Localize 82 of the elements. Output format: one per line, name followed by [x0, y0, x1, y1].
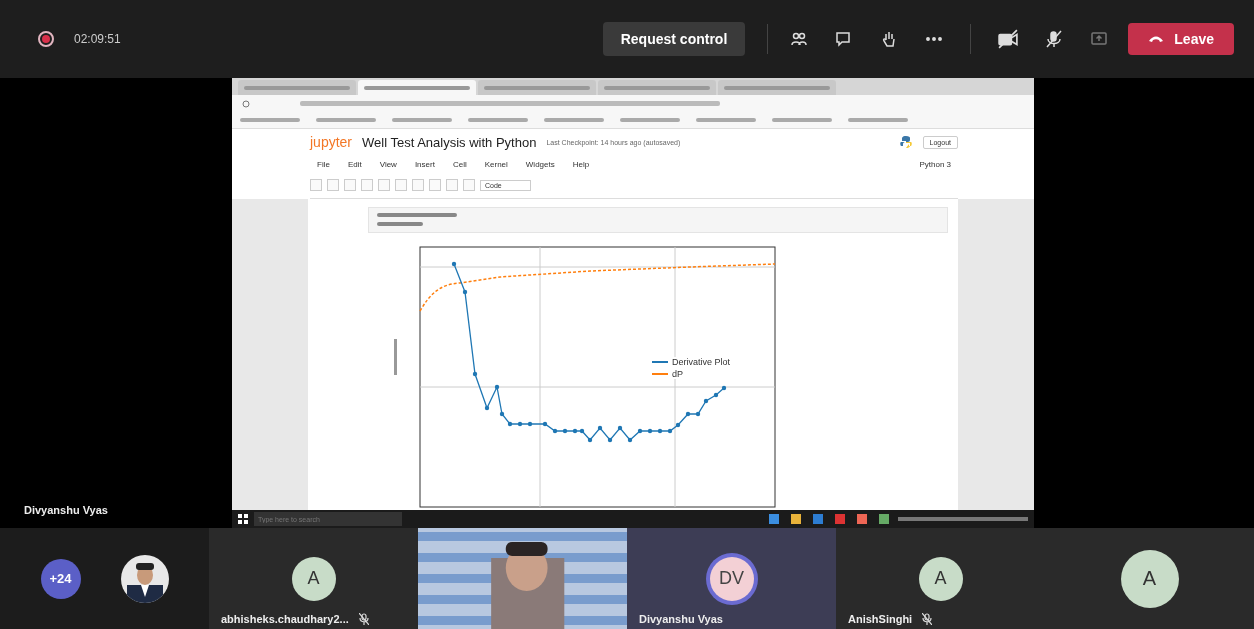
- address-bar[interactable]: [300, 101, 720, 106]
- data-point: [451, 261, 457, 267]
- data-point: [607, 437, 613, 443]
- toolbar-button[interactable]: [378, 179, 390, 191]
- data-point: [667, 428, 673, 434]
- menu-item[interactable]: Help: [565, 159, 597, 169]
- participant-name: AnishSinghi: [848, 613, 913, 625]
- data-point: [494, 384, 500, 390]
- toolbar-button[interactable]: [310, 179, 322, 191]
- data-point: [721, 385, 727, 391]
- data-point: [507, 421, 513, 427]
- taskbar-app-icon[interactable]: [879, 514, 889, 524]
- taskbar-app-icon[interactable]: [835, 514, 845, 524]
- python-logo-icon: [898, 135, 913, 149]
- data-point: [552, 428, 558, 434]
- participant-name: abhisheks.chaudhary2...: [221, 613, 349, 625]
- windows-start-icon[interactable]: [238, 514, 248, 524]
- data-point: [472, 371, 478, 377]
- people-icon[interactable]: [790, 30, 809, 48]
- avatar-initials: A: [918, 556, 963, 601]
- data-point: [484, 405, 490, 411]
- toolbar-button[interactable]: [412, 179, 424, 191]
- hang-up-icon: [1148, 35, 1165, 43]
- taskbar-app-icon[interactable]: [857, 514, 867, 524]
- data-point: [462, 289, 468, 295]
- code-cell[interactable]: [368, 207, 948, 233]
- menu-item[interactable]: View: [372, 159, 404, 169]
- taskbar-app-icon[interactable]: [769, 514, 779, 524]
- data-point: [713, 392, 719, 398]
- toolbar-button[interactable]: [344, 179, 356, 191]
- taskbar-app-icon[interactable]: [791, 514, 801, 524]
- toolbar-button[interactable]: [327, 179, 339, 191]
- avatar-initials: DV: [709, 556, 754, 601]
- participant-name: Divyanshu Vyas: [639, 613, 723, 625]
- refresh-icon[interactable]: [242, 99, 250, 108]
- mic-off-icon[interactable]: [1045, 30, 1064, 48]
- toolbar-button[interactable]: [361, 179, 373, 191]
- data-point: [499, 411, 505, 417]
- data-point: [627, 437, 633, 443]
- data-point: [617, 425, 623, 431]
- menu-item[interactable]: Widgets: [518, 159, 562, 169]
- data-point: [562, 428, 568, 434]
- leave-button[interactable]: Leave: [1128, 23, 1234, 55]
- meeting-timer: 02:09:51: [74, 32, 121, 46]
- toolbar-button[interactable]: [429, 179, 441, 191]
- data-point: [637, 428, 643, 434]
- menu-item[interactable]: Kernel: [477, 159, 515, 169]
- data-point: [527, 421, 533, 427]
- data-point: [695, 411, 701, 417]
- request-control-button[interactable]: Request control: [602, 22, 746, 56]
- data-point: [685, 411, 691, 417]
- browser-tab[interactable]: [718, 80, 836, 95]
- taskbar-app-icon[interactable]: [813, 514, 823, 524]
- data-point: [703, 398, 709, 404]
- avatar-initials: A: [1120, 549, 1179, 608]
- browser-tab[interactable]: [238, 80, 356, 95]
- menu-item[interactable]: Insert: [407, 159, 442, 169]
- avatar-initials: A: [291, 556, 336, 601]
- legend-label: Derivative Plot: [672, 357, 731, 367]
- data-point: [587, 437, 593, 443]
- toolbar-button[interactable]: [463, 179, 475, 191]
- data-point: [657, 428, 663, 434]
- toolbar-button[interactable]: [446, 179, 458, 191]
- data-point: [542, 421, 548, 427]
- data-point: [647, 428, 653, 434]
- data-point: [675, 422, 681, 428]
- menu-item[interactable]: File: [310, 159, 337, 169]
- menu-item[interactable]: Edit: [340, 159, 369, 169]
- browser-tab[interactable]: [358, 80, 476, 95]
- menu-item[interactable]: Cell: [445, 159, 474, 169]
- presenter-name: Divyanshu Vyas: [24, 504, 109, 516]
- data-point: [517, 421, 523, 427]
- browser-tab[interactable]: [598, 80, 716, 95]
- notebook-title[interactable]: Well Test Analysis with Python: [362, 134, 537, 150]
- data-point: [597, 425, 603, 431]
- browser-tab[interactable]: [478, 80, 596, 95]
- kernel-indicator: Python 3: [918, 159, 952, 169]
- share-icon[interactable]: [1090, 30, 1109, 48]
- overflow-count[interactable]: +24: [40, 558, 81, 599]
- camera-off-icon[interactable]: [998, 29, 1019, 49]
- legend-label: dP: [672, 369, 683, 379]
- toolbar-button[interactable]: [395, 179, 407, 191]
